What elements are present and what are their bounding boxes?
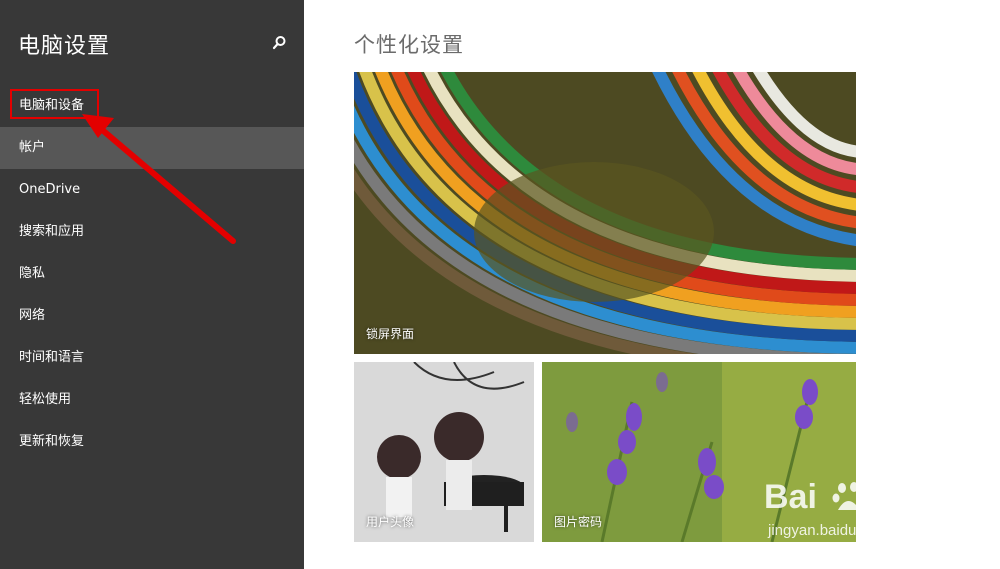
search-button[interactable] — [268, 32, 290, 54]
lock-screen-tile[interactable]: 锁屏界面 — [354, 72, 856, 354]
nav-item-privacy[interactable]: 隐私 — [0, 253, 304, 295]
nav-item-network[interactable]: 网络 — [0, 295, 304, 337]
nav-item-onedrive[interactable]: OneDrive — [0, 169, 304, 211]
picture-password-tile[interactable]: 图片密码 — [542, 362, 856, 542]
account-picture-label: 用户头像 — [366, 515, 415, 529]
lock-screen-label: 锁屏界面 — [366, 327, 415, 341]
nav-item-update-and-recovery[interactable]: 更新和恢复 — [0, 421, 304, 463]
lock-screen-image — [354, 72, 856, 354]
account-picture-tile[interactable]: 用户头像 — [354, 362, 534, 542]
page-title: 个性化设置 — [354, 33, 464, 57]
nav-item-pc-and-devices[interactable]: 电脑和设备 — [0, 85, 304, 127]
sidebar: 电脑设置 电脑和设备 帐户 OneDrive 搜索和应用 隐私 网络 时间和语言… — [0, 0, 304, 569]
nav-item-search-and-apps[interactable]: 搜索和应用 — [0, 211, 304, 253]
nav-item-accounts[interactable]: 帐户 — [0, 127, 304, 169]
nav-item-ease-of-access[interactable]: 轻松使用 — [0, 379, 304, 421]
app-title: 电脑设置 — [18, 34, 111, 59]
settings-nav: 电脑和设备 帐户 OneDrive 搜索和应用 隐私 网络 时间和语言 轻松使用… — [0, 85, 304, 463]
main-panel: 个性化设置 锁屏界面 用户头像 图片密码 — [304, 0, 1000, 569]
search-icon — [272, 36, 286, 50]
picture-password-label: 图片密码 — [554, 515, 603, 529]
nav-item-time-and-language[interactable]: 时间和语言 — [0, 337, 304, 379]
